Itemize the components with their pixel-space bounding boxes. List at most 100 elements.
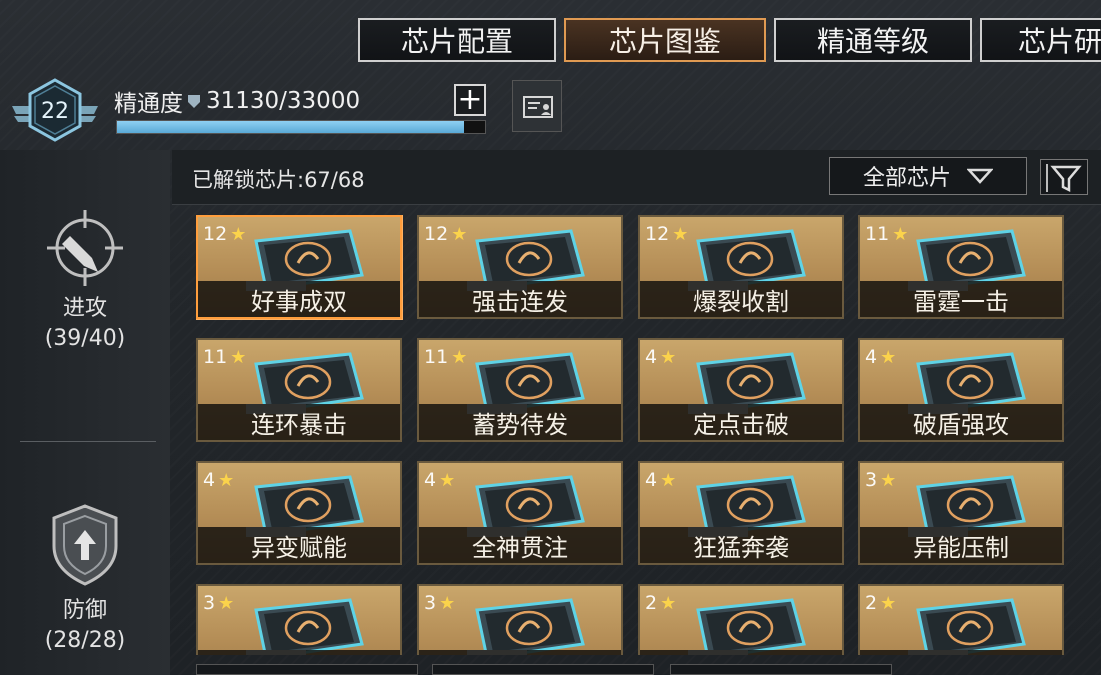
chip-level-number: 4 [424, 469, 437, 491]
chip-card[interactable]: 3 ★ [196, 584, 402, 655]
chip-level-number: 12 [645, 223, 670, 245]
chip-name [860, 650, 1062, 655]
chip-level: 12 ★ [424, 223, 467, 245]
tab-chip-codex[interactable]: 芯片图鉴 [564, 18, 766, 62]
category-defense[interactable]: 防御 (28/28) [0, 500, 170, 653]
level-number: 22 [41, 99, 69, 124]
unlocked-count: 已解锁芯片:67/68 [192, 168, 365, 192]
star-icon: ★ [880, 592, 897, 614]
chip-level: 11 ★ [203, 346, 246, 368]
chip-level: 12 ★ [645, 223, 688, 245]
chip-card[interactable]: 3 ★ [417, 584, 623, 655]
star-icon: ★ [230, 223, 247, 245]
category-name: 进攻 [62, 296, 107, 321]
tab-chip-research[interactable]: 芯片研 [980, 18, 1101, 62]
chip-card[interactable]: 4 ★ 全神贯注 [417, 461, 623, 565]
mastery-info-button[interactable] [512, 80, 562, 132]
plus-icon: + [457, 82, 483, 117]
chip-level: 4 ★ [645, 346, 676, 368]
star-icon: ★ [660, 346, 677, 368]
bottom-row-partial [196, 664, 896, 675]
chip-icon [908, 598, 1026, 655]
chip-card[interactable]: 4 ★ 狂猛奔袭 [638, 461, 844, 565]
shield-arrow-icon [52, 504, 118, 586]
tab-mastery-level[interactable]: 精通等级 [774, 18, 972, 62]
chip-level-number: 12 [424, 223, 449, 245]
chip-filter-dropdown[interactable]: 全部芯片 [829, 157, 1027, 195]
chip-level-number: 3 [203, 592, 216, 614]
chip-card[interactable]: 12 ★ 好事成双 [196, 215, 402, 319]
chip-icon [688, 598, 806, 655]
category-attack[interactable]: 进攻 (39/40) [0, 206, 170, 351]
chip-card[interactable]: 11 ★ 连环暴击 [196, 338, 402, 442]
chip-level-number: 11 [203, 346, 228, 368]
chip-card[interactable]: 4 ★ 异变赋能 [196, 461, 402, 565]
chip-card[interactable]: 3 ★ 异能压制 [858, 461, 1064, 565]
chip-name: 好事成双 [198, 281, 400, 317]
level-badge-icon: 22 [12, 78, 98, 142]
category-count: (39/40) [44, 326, 126, 351]
tab-label: 芯片图鉴 [608, 25, 721, 58]
star-icon: ★ [880, 346, 897, 368]
chip-card[interactable]: 12 ★ 强击连发 [417, 215, 623, 319]
chip-level: 12 ★ [203, 223, 246, 245]
chip-level: 4 ★ [424, 469, 455, 491]
star-icon: ★ [218, 592, 235, 614]
star-icon: ★ [451, 223, 468, 245]
chip-level-number: 4 [203, 469, 216, 491]
star-icon: ★ [892, 223, 909, 245]
chip-name: 雷霆一击 [860, 281, 1062, 317]
chip-grid: 12 ★ 好事成双 12 ★ 强击连发 12 ★ 爆裂收割 11 ★ 雷霆一击 11 ★ 连环暴击 11 ★ 蓄势… [196, 215, 1066, 655]
chip-card[interactable]: 4 ★ 破盾强攻 [858, 338, 1064, 442]
chip-level-number: 2 [645, 592, 658, 614]
chip-level-number: 4 [645, 346, 658, 368]
chip-name: 狂猛奔袭 [640, 527, 842, 563]
crosshair-missile-icon [47, 210, 123, 286]
filter-button[interactable] [1040, 159, 1088, 195]
filter-label: 全部芯片 [862, 166, 951, 191]
chip-level: 4 ★ [865, 346, 896, 368]
star-icon: ★ [880, 469, 897, 491]
mastery-progress-fill [117, 121, 465, 133]
chip-level: 11 ★ [424, 346, 467, 368]
chip-card[interactable]: 4 ★ 定点击破 [638, 338, 844, 442]
star-icon: ★ [660, 592, 677, 614]
chip-level: 4 ★ [203, 469, 234, 491]
chip-level: 3 ★ [424, 592, 455, 614]
add-mastery-button[interactable]: + [454, 84, 486, 116]
chip-card[interactable]: 11 ★ 雷霆一击 [858, 215, 1064, 319]
chip-name: 定点击破 [640, 404, 842, 440]
chip-card[interactable]: 11 ★ 蓄势待发 [417, 338, 623, 442]
chip-name: 爆裂收割 [640, 281, 842, 317]
mastery-label: 精通度 [114, 91, 183, 117]
chip-card[interactable]: 12 ★ 爆裂收割 [638, 215, 844, 319]
chip-level: 3 ★ [865, 469, 896, 491]
chip-card[interactable]: 2 ★ [638, 584, 844, 655]
chip-level: 2 ★ [865, 592, 896, 614]
chevron-down-icon [967, 168, 993, 184]
chip-level: 4 ★ [645, 469, 676, 491]
star-icon: ★ [439, 592, 456, 614]
chip-level-number: 11 [424, 346, 449, 368]
chip-level-number: 11 [865, 223, 890, 245]
mastery-label-row: 精通度 31130/33000 [114, 84, 360, 118]
chip-name: 异能压制 [860, 527, 1062, 563]
chip-icon [246, 598, 364, 655]
chip-name: 蓄势待发 [419, 404, 621, 440]
chip-level-number: 2 [865, 592, 878, 614]
tab-chip-config[interactable]: 芯片配置 [358, 18, 556, 62]
chip-name [419, 650, 621, 655]
funnel-icon [1046, 164, 1082, 193]
star-icon: ★ [451, 346, 468, 368]
chip-card[interactable]: 2 ★ [858, 584, 1064, 655]
chip-level-number: 4 [645, 469, 658, 491]
mastery-progress-bar [116, 120, 486, 134]
tab-label: 精通等级 [816, 25, 929, 58]
chip-level-number: 3 [865, 469, 878, 491]
chip-icon [467, 598, 585, 655]
chip-level-number: 3 [424, 592, 437, 614]
tab-label: 芯片配置 [400, 25, 513, 58]
chip-name: 强击连发 [419, 281, 621, 317]
chip-name [640, 650, 842, 655]
tab-label: 芯片研 [1018, 25, 1101, 58]
